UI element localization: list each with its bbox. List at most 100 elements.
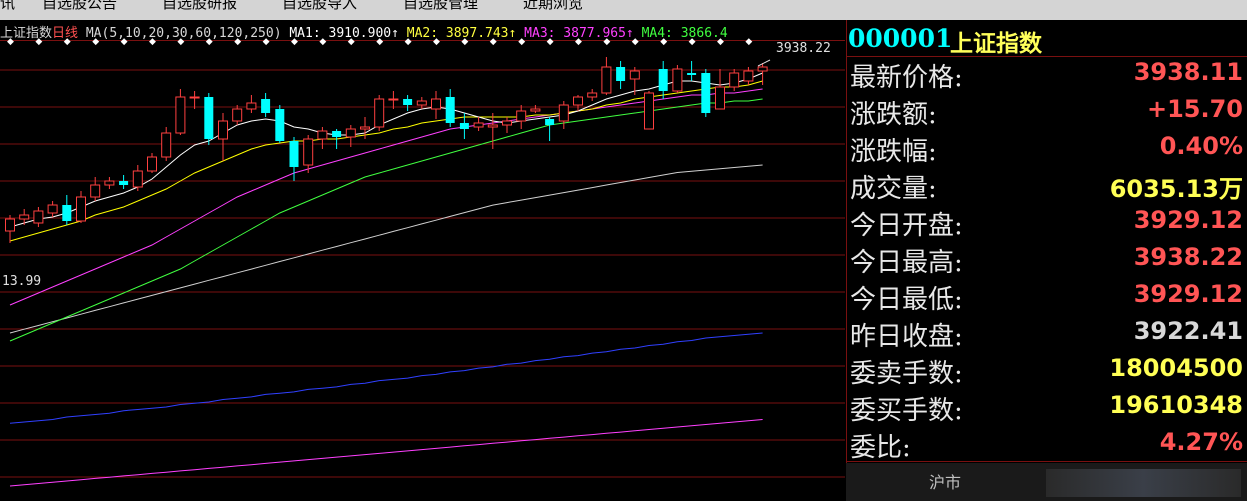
quote-value: 3929.12 <box>1133 280 1243 308</box>
candle-body <box>62 205 72 221</box>
legend-dot: ◆ <box>461 37 468 47</box>
quote-value: 6035.13万 <box>1109 175 1243 203</box>
quote-row: 涨跌幅: 0.40% <box>848 130 1245 167</box>
quote-label: 今日开盘: <box>850 211 963 241</box>
candle-body <box>218 120 228 140</box>
legend-dot: ◆ <box>121 37 128 47</box>
legend-dot: ◆ <box>405 37 412 47</box>
candle-body <box>175 96 186 134</box>
candle-body <box>672 68 683 92</box>
candle-body <box>743 70 754 82</box>
quote-row: 今日最高: 3938.22 <box>848 241 1245 278</box>
candle-body <box>616 67 626 81</box>
stock-name: 上证指数 <box>950 30 1042 57</box>
candle-body <box>629 70 640 80</box>
candles <box>5 57 771 243</box>
quote-value: 18004500 <box>1109 354 1243 382</box>
candle-body <box>757 66 768 72</box>
blurred-tab[interactable] <box>1046 469 1241 497</box>
legend-dot: ◆ <box>376 37 383 47</box>
ma6-line <box>9 332 763 424</box>
candle-body <box>19 214 30 220</box>
quote-value: 3922.41 <box>1133 317 1243 345</box>
legend-dot: ◆ <box>745 37 752 47</box>
high-pointer <box>757 59 771 67</box>
menu-bar: 讯 自选股公告 自选股研报 自选股导入 自选股管理 近期浏览 <box>0 0 1247 20</box>
quote-value: +15.70 <box>1146 95 1243 123</box>
candle-body <box>445 97 455 123</box>
menu-item-watchlist-notices[interactable]: 自选股公告 <box>42 0 117 13</box>
quote-value: 4.27% <box>1159 428 1243 456</box>
legend-dot: ◆ <box>92 37 99 47</box>
legend-dot: ◆ <box>319 37 326 47</box>
legend-dot: ◆ <box>7 37 14 47</box>
menu-item-news[interactable]: 讯 <box>0 0 15 13</box>
candle-body <box>729 72 740 88</box>
menu-item-watchlist-import[interactable]: 自选股导入 <box>282 0 357 13</box>
candle-body <box>530 108 541 112</box>
legend-dot: ◆ <box>575 37 582 47</box>
candle-body <box>189 96 200 99</box>
legend-dot: ◆ <box>206 37 213 47</box>
quote-value: 3938.11 <box>1133 58 1243 86</box>
quote-row: 涨跌额: +15.70 <box>848 93 1245 130</box>
quote-label: 昨日收盘: <box>850 322 963 352</box>
legend-dot: ◆ <box>177 37 184 47</box>
candle-body <box>601 66 612 94</box>
ma7-line <box>9 419 763 487</box>
panel-divider-bottom <box>846 461 1247 462</box>
candle-body <box>289 141 299 167</box>
quote-value: 19610348 <box>1109 391 1243 419</box>
stock-code: 000001 <box>848 24 953 53</box>
tab-shanghai[interactable]: 沪市 <box>929 469 961 493</box>
menu-item-recent[interactable]: 近期浏览 <box>523 0 583 13</box>
candle-body <box>715 86 725 110</box>
quote-value: 3929.12 <box>1133 206 1243 234</box>
legend-dot: ◆ <box>717 37 724 47</box>
candle-body <box>388 98 399 101</box>
legend-dot: ◆ <box>35 37 42 47</box>
legend-dot: ◆ <box>291 37 298 47</box>
quote-row: 委卖手数: 18004500 <box>848 352 1245 389</box>
candle-body <box>487 124 498 128</box>
ma4-line <box>9 98 763 342</box>
quote-row: 成交量: 6035.13万 <box>848 167 1245 204</box>
candle-body <box>33 210 44 224</box>
quote-label: 最新价格: <box>850 63 963 93</box>
candle-body <box>658 69 668 91</box>
quote-label: 委买手数: <box>850 396 963 426</box>
legend-dot: ◆ <box>64 37 71 47</box>
candle-body <box>473 122 484 128</box>
candle-body <box>360 126 370 130</box>
candle-body <box>104 180 115 186</box>
legend-dot: ◆ <box>263 37 270 47</box>
quote-row: 今日开盘: 3929.12 <box>848 204 1245 241</box>
candle-body <box>332 131 342 137</box>
candle-body <box>573 96 583 106</box>
menu-item-watchlist-manage[interactable]: 自选股管理 <box>403 0 478 13</box>
legend-dot: ◆ <box>632 37 639 47</box>
quote-label: 涨跌额: <box>850 100 937 130</box>
legend-dot: ◆ <box>490 37 497 47</box>
candle-body <box>161 132 172 158</box>
candle-body <box>431 98 441 110</box>
candle-body <box>403 99 413 105</box>
legend-dot: ◆ <box>234 37 241 47</box>
candle-body <box>558 104 569 122</box>
quote-row: 最新价格: 3938.11 <box>848 56 1245 93</box>
candlestick-chart[interactable]: ◆ ◆ ◆ ◆ ◆ ◆ ◆ ◆ ◆ ◆ ◆ ◆ ◆ ◆ ◆ ◆ ◆ ◆ ◆ ◆ ◆ ◆ ◆ ◆ ◆ ◆ ◆ 3938.22 13.9… <box>0 20 845 501</box>
candle-body <box>687 73 697 75</box>
quote-value: 0.40% <box>1159 132 1243 160</box>
quote-label: 成交量: <box>850 174 937 204</box>
candle-body <box>545 119 555 125</box>
candle-body <box>502 120 512 126</box>
legend-dot: ◆ <box>518 37 525 47</box>
menu-item-watchlist-reports[interactable]: 自选股研报 <box>162 0 237 13</box>
candle-body <box>5 218 15 232</box>
quote-row: 今日最低: 3929.12 <box>848 278 1245 315</box>
quote-row: 委比: 4.27% <box>848 426 1245 463</box>
quote-label: 今日最高: <box>850 248 963 278</box>
quote-label: 今日最低: <box>850 285 963 315</box>
candle-body <box>119 181 129 185</box>
candle-body <box>232 108 243 122</box>
